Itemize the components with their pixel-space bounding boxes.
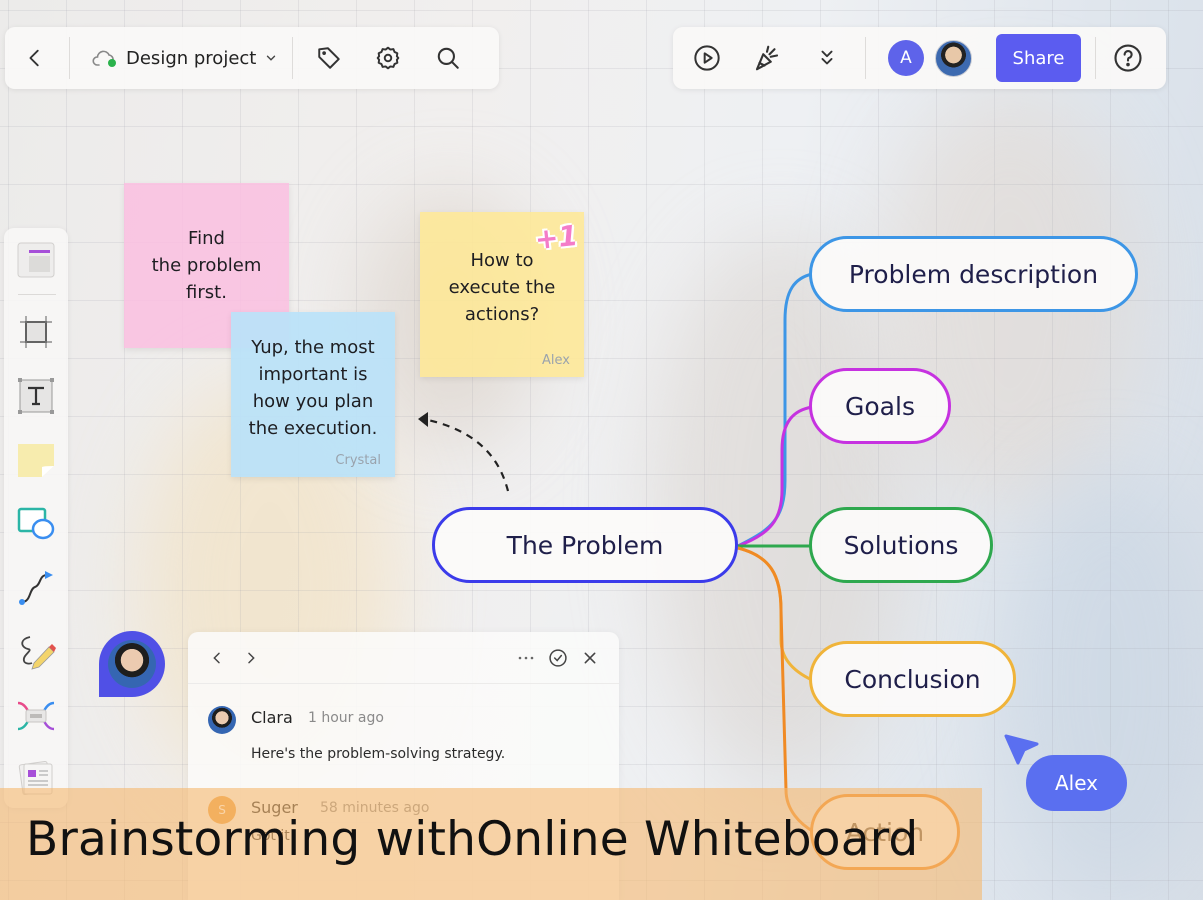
dashed-arrow	[427, 418, 510, 492]
node-label: Problem description	[848, 259, 1099, 289]
chevron-left-icon	[213, 652, 220, 663]
cursor-user-name: Alex	[1054, 771, 1099, 795]
previous-comment-button[interactable]	[202, 643, 232, 673]
node-label: Solutions	[843, 530, 959, 560]
comment-panel-header	[188, 632, 619, 684]
comment-author: Clara	[251, 708, 293, 727]
resolve-button[interactable]	[543, 643, 573, 673]
mind-map-node-conclusion[interactable]: Conclusion	[809, 641, 1016, 717]
comment-time: 1 hour ago	[308, 710, 384, 726]
close-button[interactable]	[575, 643, 605, 673]
comment-pin[interactable]	[99, 631, 165, 697]
remote-cursor-label: Alex	[1026, 755, 1127, 811]
mind-map-node-goals[interactable]: Goals	[809, 368, 951, 444]
mind-map-root-node[interactable]: The Problem	[432, 507, 738, 583]
link-conclusion	[737, 546, 813, 682]
node-label: Conclusion	[844, 664, 981, 694]
comment-avatar	[208, 706, 236, 734]
link-goals	[737, 405, 813, 548]
node-label: The Problem	[506, 530, 664, 560]
node-label: Goals	[845, 391, 915, 421]
comment-text: Here's the problem-solving strategy.	[251, 746, 506, 762]
next-comment-button[interactable]	[236, 643, 266, 673]
comment-pin-avatar	[108, 640, 156, 688]
chevron-right-icon	[248, 652, 255, 663]
dashed-arrow-head	[418, 412, 428, 427]
check-circle-icon	[549, 648, 567, 667]
mind-map-node-solutions[interactable]: Solutions	[809, 507, 993, 583]
caption-text: Brainstorming withOnline Whiteboard	[26, 812, 919, 867]
more-options-button[interactable]	[511, 643, 541, 673]
close-icon	[584, 652, 596, 663]
more-horizontal-icon	[518, 656, 534, 659]
mind-map-node-problem-description[interactable]: Problem description	[809, 236, 1138, 312]
